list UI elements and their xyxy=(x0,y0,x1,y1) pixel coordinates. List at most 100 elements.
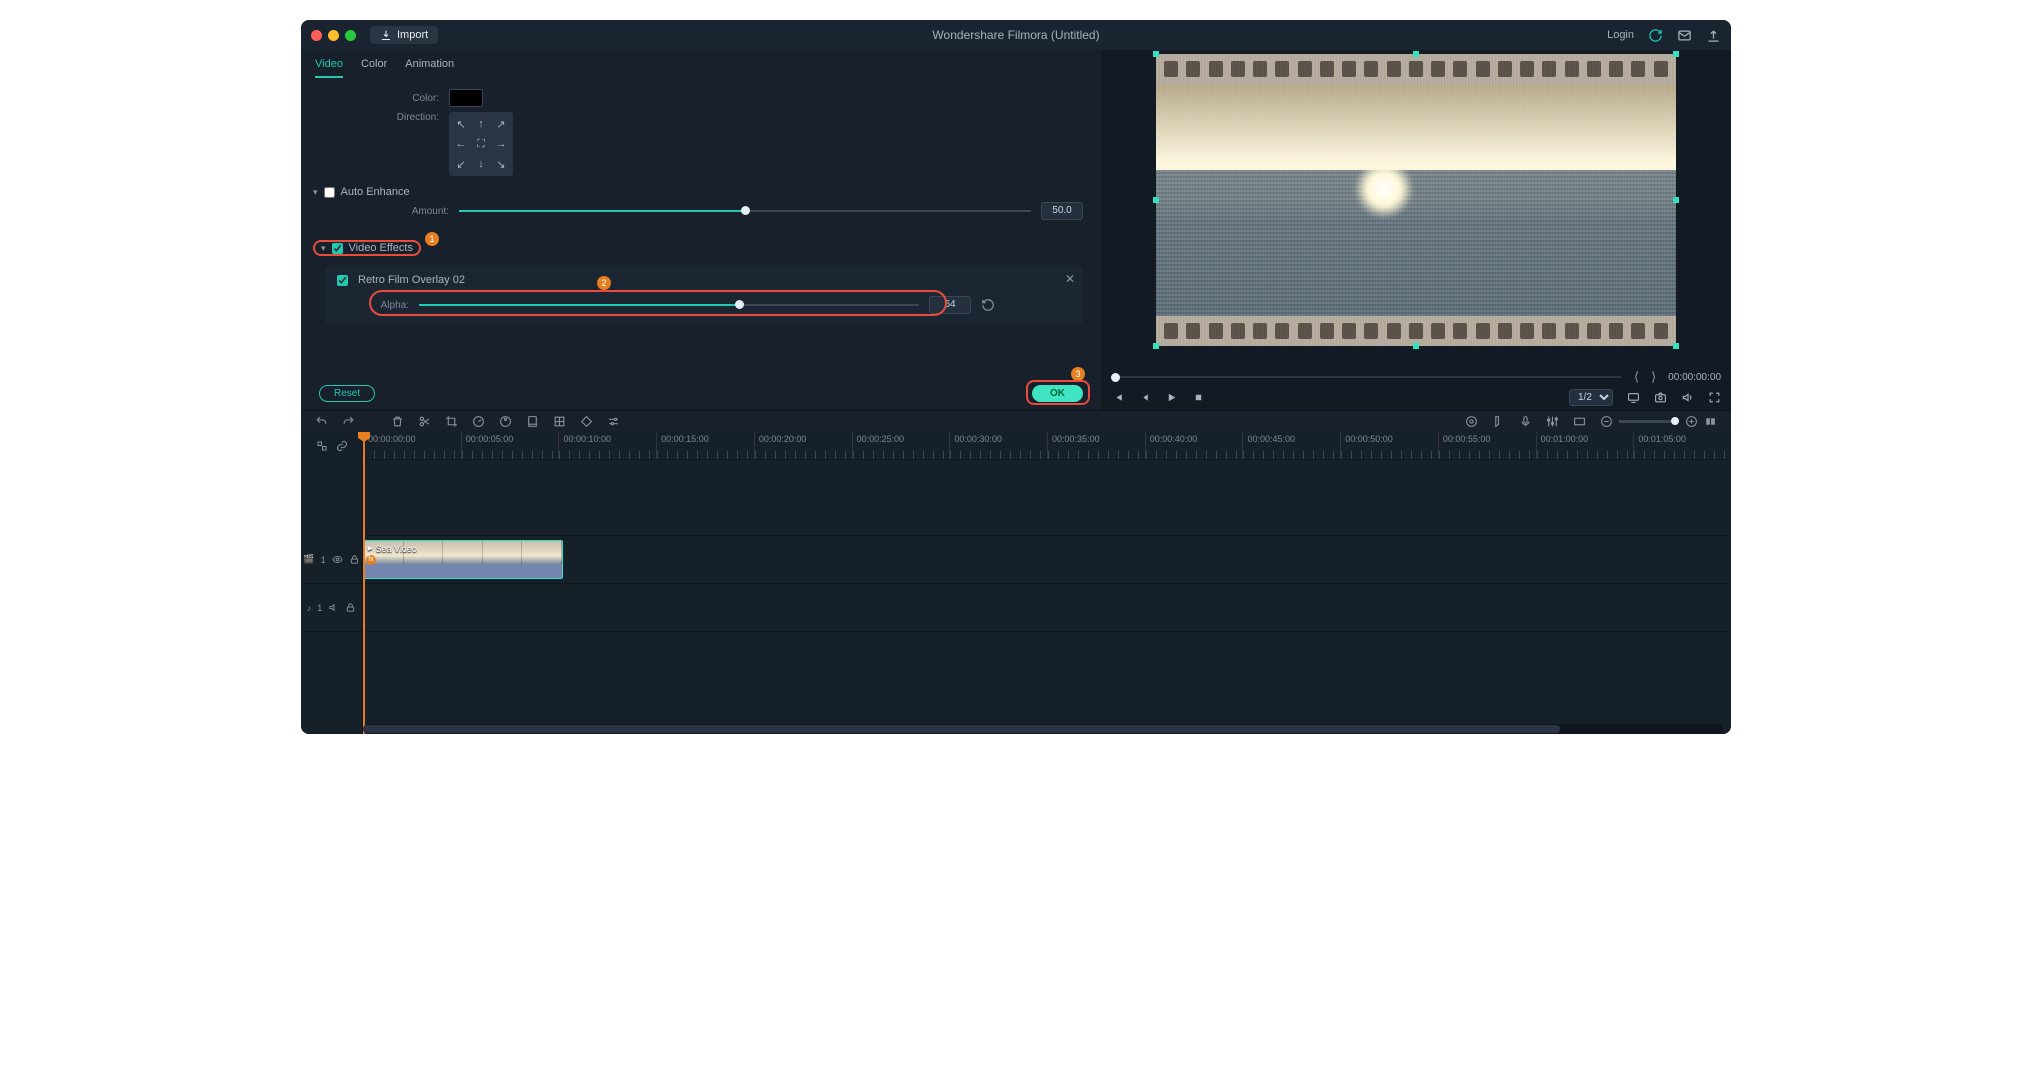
preview-seekbar[interactable] xyxy=(1111,376,1622,379)
timeline-scrollbar[interactable] xyxy=(363,724,1723,734)
alpha-label: Alpha: xyxy=(337,300,409,311)
crop-icon[interactable] xyxy=(445,415,458,428)
ruler-tick: 00:00:15:00 xyxy=(656,432,754,459)
amount-slider[interactable] xyxy=(459,209,1031,213)
close-window-icon[interactable] xyxy=(311,30,322,41)
zoom-fit-icon[interactable] xyxy=(1704,415,1717,428)
video-clip[interactable]: ▸Sea Video fx xyxy=(363,540,563,579)
tab-color[interactable]: Color xyxy=(361,54,387,78)
ruler-tick: 00:00:30:00 xyxy=(949,432,1047,459)
adjust-icon[interactable] xyxy=(607,415,620,428)
ruler-tick: 00:00:55:00 xyxy=(1438,432,1536,459)
remove-effect-button[interactable]: ✕ xyxy=(1065,272,1075,286)
tab-animation[interactable]: Animation xyxy=(405,54,454,78)
marker-icon[interactable] xyxy=(1492,415,1505,428)
titlebar: Import Wondershare Filmora (Untitled) Lo… xyxy=(301,20,1731,50)
zoom-slider[interactable] xyxy=(1619,420,1679,423)
sync-icon[interactable] xyxy=(1648,28,1663,43)
video-track: 🎬 1 ▸Sea Video fx xyxy=(301,536,1731,584)
stop-icon[interactable] xyxy=(1192,391,1205,404)
dir-w-icon[interactable]: ← xyxy=(452,135,470,153)
dir-e-icon[interactable]: → xyxy=(492,135,510,153)
color-swatch[interactable] xyxy=(449,89,483,107)
video-effects-checkbox[interactable] xyxy=(332,243,343,254)
property-tabs: Video Color Animation xyxy=(301,50,1101,78)
render-icon[interactable] xyxy=(1465,415,1478,428)
link-icon[interactable] xyxy=(336,440,348,452)
dir-nw-icon[interactable]: ↖ xyxy=(452,115,470,133)
volume-icon[interactable] xyxy=(1681,391,1694,404)
zoom-in-icon[interactable] xyxy=(1685,415,1698,428)
dir-se-icon[interactable]: ↘ xyxy=(492,155,510,173)
audio-track-body[interactable] xyxy=(363,584,1731,631)
play-small-icon: ▸ xyxy=(368,543,373,554)
video-track-number: 1 xyxy=(321,555,326,565)
speed-icon[interactable] xyxy=(472,415,485,428)
ruler-tick: 00:00:40:00 xyxy=(1145,432,1243,459)
timeline-ruler[interactable]: 00:00:00:00 00:00:05:00 00:00:10:00 00:0… xyxy=(363,432,1731,460)
amount-value[interactable]: 50.0 xyxy=(1041,202,1083,220)
zoom-out-icon[interactable] xyxy=(1600,415,1613,428)
dir-n-icon[interactable]: ↑ xyxy=(472,115,490,133)
preview-viewport[interactable] xyxy=(1156,54,1676,346)
undo-icon[interactable] xyxy=(315,415,328,428)
reset-alpha-icon[interactable] xyxy=(981,298,995,312)
ratio-icon[interactable] xyxy=(1573,415,1586,428)
lock-icon[interactable] xyxy=(345,602,356,613)
maximize-window-icon[interactable] xyxy=(345,30,356,41)
empty-track-area[interactable] xyxy=(363,632,1731,722)
audio-track: ♪ 1 xyxy=(301,584,1731,632)
mute-icon[interactable] xyxy=(328,602,339,613)
display-icon[interactable] xyxy=(1627,391,1640,404)
effect-indicator-icon[interactable]: fx xyxy=(366,555,376,565)
playhead[interactable] xyxy=(363,432,365,734)
ok-button[interactable]: OK xyxy=(1032,385,1083,402)
overlay-track-area[interactable] xyxy=(363,460,1731,536)
dir-sw-icon[interactable]: ↙ xyxy=(452,155,470,173)
dir-s-icon[interactable]: ↓ xyxy=(472,155,490,173)
keyframe-icon[interactable] xyxy=(580,415,593,428)
ruler-tick: 00:00:05:00 xyxy=(461,432,559,459)
dir-center-icon[interactable]: ⛶ xyxy=(472,135,490,153)
preview-panel: ⟨ ⟩ 00:00:00:00 1/2 xyxy=(1101,50,1731,410)
tab-video[interactable]: Video xyxy=(315,54,343,78)
step-back-icon[interactable] xyxy=(1138,391,1151,404)
play-icon[interactable] xyxy=(1165,391,1178,404)
import-button[interactable]: Import xyxy=(370,26,438,44)
reset-button[interactable]: Reset xyxy=(319,385,375,402)
visibility-icon[interactable] xyxy=(332,554,343,565)
clip-name: Sea Video xyxy=(376,544,417,554)
effect-enable-checkbox[interactable] xyxy=(337,275,348,286)
video-track-body[interactable]: ▸Sea Video fx xyxy=(363,536,1731,583)
dir-ne-icon[interactable]: ↗ xyxy=(492,115,510,133)
split-icon[interactable] xyxy=(418,415,431,428)
video-effects-section[interactable]: ▾ Video Effects xyxy=(313,240,421,256)
ruler-tick: 00:00:45:00 xyxy=(1242,432,1340,459)
alpha-slider[interactable] xyxy=(419,303,919,307)
fullscreen-icon[interactable] xyxy=(1708,391,1721,404)
export-icon[interactable] xyxy=(1706,28,1721,43)
preview-timecode: 00:00:00:00 xyxy=(1668,372,1721,383)
minimize-window-icon[interactable] xyxy=(328,30,339,41)
message-icon[interactable] xyxy=(1677,28,1692,43)
color-icon[interactable] xyxy=(499,415,512,428)
redo-icon[interactable] xyxy=(342,415,355,428)
preview-scale-select[interactable]: 1/2 xyxy=(1569,389,1613,406)
lock-icon[interactable] xyxy=(349,554,360,565)
skip-back-icon[interactable] xyxy=(1111,391,1124,404)
auto-ripple-icon[interactable] xyxy=(316,440,328,452)
delete-icon[interactable] xyxy=(391,415,404,428)
alpha-value[interactable]: 64 xyxy=(929,296,971,314)
properties-panel: Video Color Animation Color: Direction: … xyxy=(301,50,1101,410)
auto-enhance-label: Auto Enhance xyxy=(341,186,410,198)
direction-grid[interactable]: ↖↑↗ ←⛶→ ↙↓↘ xyxy=(449,112,513,176)
green-screen-icon[interactable] xyxy=(526,415,539,428)
ruler-tick: 00:01:00:00 xyxy=(1536,432,1634,459)
motion-track-icon[interactable] xyxy=(553,415,566,428)
login-button[interactable]: Login xyxy=(1607,29,1634,41)
record-vo-icon[interactable] xyxy=(1519,415,1532,428)
auto-enhance-checkbox[interactable] xyxy=(324,187,335,198)
mixer-icon[interactable] xyxy=(1546,415,1559,428)
auto-enhance-section[interactable]: ▾ Auto Enhance xyxy=(313,186,1083,198)
snapshot-icon[interactable] xyxy=(1654,391,1667,404)
